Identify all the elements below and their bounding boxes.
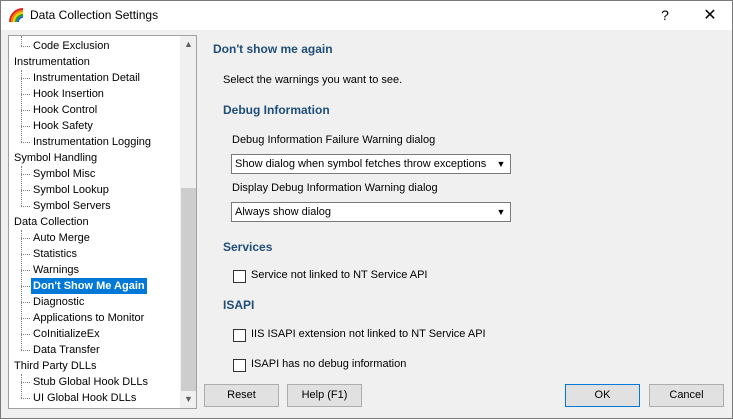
tree-connector <box>21 238 30 239</box>
tree-connector <box>21 374 22 398</box>
service-not-linked-checkbox[interactable] <box>233 270 246 283</box>
scroll-thumb[interactable] <box>181 188 196 391</box>
tree-connector <box>21 94 30 95</box>
chevron-down-icon[interactable]: ▼ <box>493 156 509 172</box>
isapi-no-debug-checkbox[interactable] <box>233 359 246 372</box>
chevron-down-icon[interactable]: ▼ <box>493 204 509 220</box>
tree-connector <box>21 270 30 271</box>
tree-connector <box>21 166 22 206</box>
tree-connector <box>21 334 30 335</box>
tree-item[interactable]: UI Global Hook DLLs <box>31 390 138 406</box>
isapi-not-linked-label[interactable]: IIS ISAPI extension not linked to NT Ser… <box>251 328 486 340</box>
cancel-button[interactable]: Cancel <box>649 384 724 407</box>
tree-item[interactable]: Hook Insertion <box>31 86 106 102</box>
services-section-heading: Services <box>223 240 273 254</box>
tree-item[interactable]: Symbol Lookup <box>31 182 111 198</box>
window-title: Data Collection Settings <box>30 8 159 22</box>
failure-warning-value: Show dialog when symbol fetches throw ex… <box>235 158 487 170</box>
tree-item[interactable]: Third Party DLLs <box>12 358 99 374</box>
tree-connector <box>21 350 30 351</box>
display-warning-label: Display Debug Information Warning dialog <box>232 182 438 194</box>
tree-connector <box>21 70 22 142</box>
tree-connector <box>21 382 30 383</box>
tree-item[interactable]: Applications to Monitor <box>31 310 146 326</box>
reset-button[interactable]: Reset <box>204 384 279 407</box>
display-warning-select[interactable]: Always show dialog ▼ <box>231 202 511 222</box>
isapi-not-linked-checkbox[interactable] <box>233 329 246 342</box>
app-rainbow-icon <box>9 8 24 23</box>
tree-connector <box>21 190 30 191</box>
dialog-window: Data Collection Settings ? ✕ Code Exclus… <box>0 0 733 419</box>
tree-connector <box>21 254 30 255</box>
tree-item[interactable]: Auto Merge <box>31 230 92 246</box>
tree-connector <box>21 398 30 399</box>
tree-item[interactable]: Data Transfer <box>31 342 102 358</box>
tree-item[interactable]: Symbol Servers <box>31 198 113 214</box>
tree-connector <box>21 230 22 350</box>
isapi-section-heading: ISAPI <box>223 298 255 312</box>
tree-item[interactable]: Instrumentation Logging <box>31 134 153 150</box>
tree-connector <box>21 174 30 175</box>
tree-item[interactable]: Stub Global Hook DLLs <box>31 374 150 390</box>
ok-button[interactable]: OK <box>565 384 640 407</box>
scroll-down-icon[interactable]: ▼ <box>180 391 196 408</box>
tree-item[interactable]: Statistics <box>31 246 79 262</box>
tree-item[interactable]: Instrumentation Detail <box>31 70 142 86</box>
settings-tree: Code Exclusion Instrumentation Instrumenta… <box>8 35 197 409</box>
tree-connector <box>21 318 30 319</box>
tree-item[interactable]: Warnings <box>31 262 81 278</box>
help-f1-button[interactable]: Help (F1) <box>287 384 362 407</box>
debug-section-heading: Debug Information <box>223 103 330 117</box>
help-title-button[interactable]: ? <box>647 1 683 30</box>
tree-item[interactable]: Code Exclusion <box>31 38 111 54</box>
intro-text: Select the warnings you want to see. <box>223 74 403 86</box>
tree-connector <box>21 302 30 303</box>
tree-connector <box>21 110 30 111</box>
tree-item[interactable]: Data Collection <box>12 214 91 230</box>
tree-connector <box>21 78 30 79</box>
tree-item[interactable]: Diagnostic <box>31 294 86 310</box>
tree-connector <box>21 206 30 207</box>
tree-item[interactable]: Hook Safety <box>31 118 95 134</box>
tree-connector <box>21 142 30 143</box>
tree-scrollbar[interactable]: ▲ ▼ <box>180 36 196 408</box>
isapi-no-debug-label[interactable]: ISAPI has no debug information <box>251 358 406 370</box>
failure-warning-select[interactable]: Show dialog when symbol fetches throw ex… <box>231 154 511 174</box>
display-warning-value: Always show dialog <box>235 206 331 218</box>
close-button[interactable]: ✕ <box>689 1 731 30</box>
tree-item[interactable]: Don't Show Me Again <box>31 278 147 294</box>
tree-connector <box>21 286 30 287</box>
tree-item[interactable]: CoInitializeEx <box>31 326 102 342</box>
tree-item[interactable]: Hook Control <box>31 102 99 118</box>
service-not-linked-label[interactable]: Service not linked to NT Service API <box>251 269 428 281</box>
tree-item[interactable]: Symbol Handling <box>12 150 99 166</box>
tree-item[interactable]: Instrumentation <box>12 54 92 70</box>
tree-connector <box>21 46 30 47</box>
tree-connector <box>21 36 22 46</box>
settings-panel: Don't show me again Select the warnings … <box>203 35 727 380</box>
scroll-up-icon[interactable]: ▲ <box>180 36 196 53</box>
tree-connector <box>21 126 30 127</box>
tree-item[interactable]: Symbol Misc <box>31 166 97 182</box>
title-bar: Data Collection Settings ? ✕ <box>1 1 732 30</box>
page-title: Don't show me again <box>213 42 333 56</box>
failure-warning-label: Debug Information Failure Warning dialog <box>232 134 436 146</box>
